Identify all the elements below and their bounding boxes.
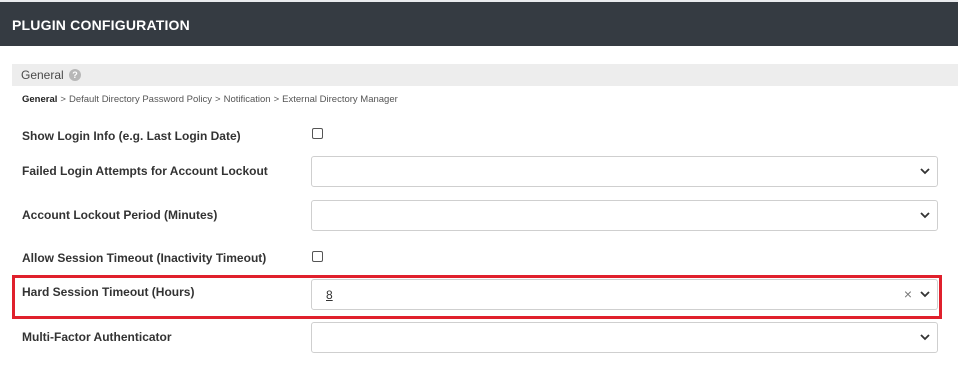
allow-session-timeout-checkbox[interactable]	[312, 251, 323, 262]
multi-factor-authenticator-select[interactable]	[311, 322, 938, 353]
highlight-annotation	[12, 275, 942, 319]
plugin-configuration-page: PLUGIN CONFIGURATION General ? General > D…	[0, 0, 958, 382]
breadcrumb-separator: >	[273, 94, 280, 105]
breadcrumb-separator: >	[215, 94, 221, 105]
show-login-info-label: Show Login Info (e.g. Last Login Date)	[22, 129, 241, 143]
show-login-info-checkbox[interactable]	[312, 128, 323, 139]
help-icon[interactable]: ?	[69, 69, 81, 81]
multi-factor-authenticator-label: Multi-Factor Authenticator	[22, 330, 172, 344]
page-header: PLUGIN CONFIGURATION	[0, 0, 958, 46]
chevron-down-icon	[920, 168, 930, 175]
breadcrumb-separator: >	[60, 94, 66, 105]
breadcrumb-item-notification[interactable]: Notification	[224, 94, 271, 105]
account-lockout-period-label: Account Lockout Period (Minutes)	[22, 208, 218, 222]
failed-login-attempts-label: Failed Login Attempts for Account Lockou…	[22, 164, 268, 178]
chevron-down-icon	[920, 212, 930, 219]
breadcrumb: General > Default Directory Password Polic…	[22, 94, 398, 105]
section-header-general: General ?	[12, 64, 958, 86]
allow-session-timeout-label: Allow Session Timeout (Inactivity Timeou…	[22, 251, 267, 265]
failed-login-attempts-select[interactable]	[311, 156, 938, 187]
breadcrumb-item-default-directory-password-policy[interactable]: Default Directory Password Policy	[69, 94, 212, 105]
section-title: General	[21, 68, 64, 82]
account-lockout-period-select[interactable]	[311, 200, 938, 231]
breadcrumb-item-external-directory-manager[interactable]: External Directory Manager	[282, 94, 398, 105]
chevron-down-icon	[920, 334, 930, 341]
breadcrumb-item-general[interactable]: General	[22, 94, 57, 105]
page-title: PLUGIN CONFIGURATION	[12, 17, 190, 33]
